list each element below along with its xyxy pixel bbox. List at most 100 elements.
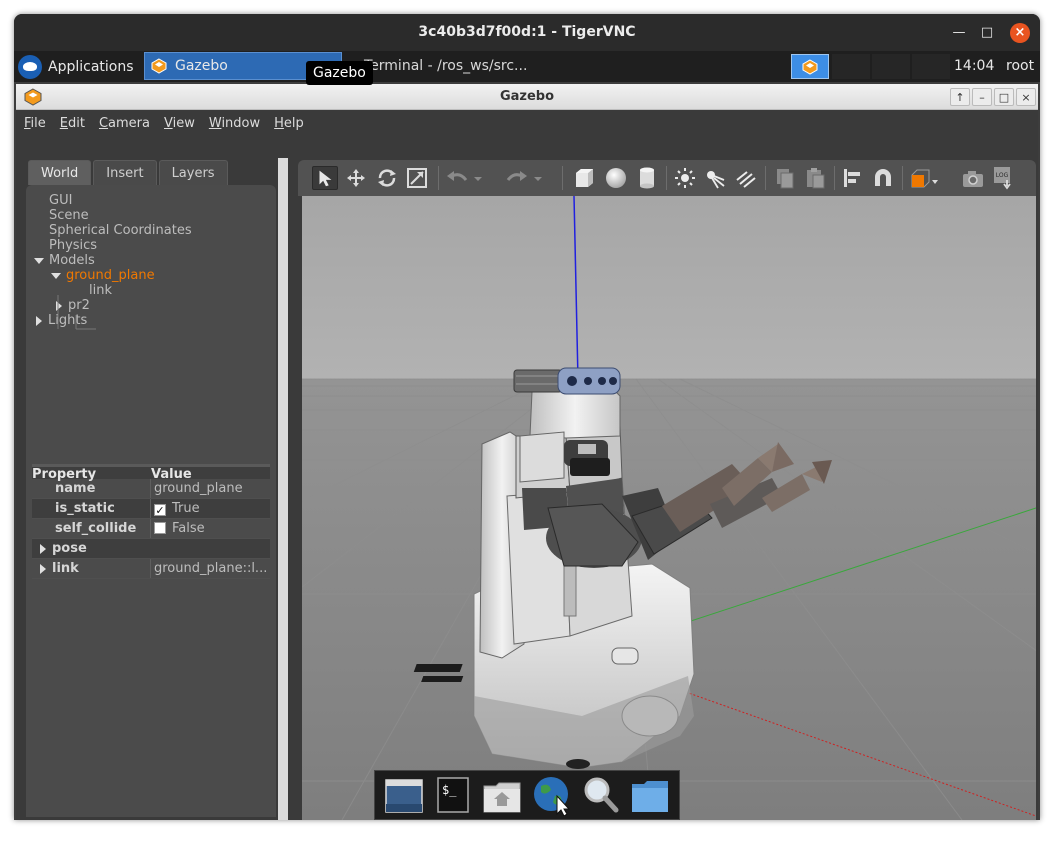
world-tab-body: GUI Scene Spherical Coordinates Physics … xyxy=(26,185,276,817)
translate-icon[interactable] xyxy=(343,166,369,190)
align-icon[interactable] xyxy=(840,166,866,190)
3d-viewport[interactable] xyxy=(302,196,1036,820)
gazebo-window-title: Gazebo xyxy=(499,89,555,104)
menu-window[interactable]: Window xyxy=(209,116,260,131)
property-value[interactable]: ground_plane xyxy=(151,479,270,498)
cylinder-icon[interactable] xyxy=(634,166,660,190)
expand-arrow-icon[interactable] xyxy=(40,563,46,574)
collapse-arrow-icon[interactable] xyxy=(36,315,42,326)
close-icon[interactable]: × xyxy=(1010,23,1030,43)
menu-file[interactable]: File xyxy=(24,116,46,131)
taskbar-terminal-label: Terminal - /ros_ws/src... xyxy=(364,58,528,74)
property-row-pose[interactable]: pose xyxy=(32,539,270,559)
tab-world[interactable]: World xyxy=(28,160,92,185)
property-row-link[interactable]: link ground_plane::l... xyxy=(32,559,270,579)
property-value xyxy=(151,539,270,558)
tree-item-physics[interactable]: Physics xyxy=(34,238,192,253)
rotate-icon[interactable] xyxy=(374,166,400,190)
tree-item-spherical-coordinates[interactable]: Spherical Coordinates xyxy=(34,223,192,238)
redo-dropdown-icon[interactable] xyxy=(532,166,544,190)
scale-icon[interactable] xyxy=(404,166,430,190)
menu-camera[interactable]: Camera xyxy=(99,116,150,131)
gazebo-tray-icon xyxy=(802,58,818,75)
property-row-name[interactable]: name ground_plane xyxy=(32,479,270,499)
tree-connector-lines xyxy=(57,295,96,330)
left-panel-tabs: World Insert Layers xyxy=(28,160,230,185)
xfce-panel: Applications Gazebo Gazebo Terminal - /r… xyxy=(14,51,1040,85)
view-angle-icon[interactable] xyxy=(908,166,940,190)
undo-icon[interactable] xyxy=(444,166,470,190)
workspace-slot[interactable] xyxy=(912,54,950,79)
workspace-slot[interactable] xyxy=(872,54,910,79)
point-light-icon[interactable] xyxy=(672,166,698,190)
web-browser-icon[interactable] xyxy=(531,774,573,816)
expand-arrow-icon[interactable] xyxy=(34,257,44,264)
log-icon[interactable]: LOG xyxy=(990,166,1016,190)
select-arrow-icon[interactable] xyxy=(312,166,338,190)
property-value[interactable]: ground_plane::l... xyxy=(151,559,270,578)
property-row-self-collide[interactable]: self_collide False xyxy=(32,519,270,539)
box-icon[interactable] xyxy=(571,166,597,190)
tab-layers[interactable]: Layers xyxy=(158,160,228,185)
panel-splitter[interactable] xyxy=(278,158,288,820)
terminal-icon[interactable]: $_ xyxy=(432,774,474,816)
scene-render[interactable] xyxy=(302,196,1036,820)
sphere-icon[interactable] xyxy=(603,166,629,190)
applications-menu[interactable]: Applications xyxy=(18,53,134,80)
clock[interactable]: 14:04 xyxy=(954,51,994,82)
workspace-switcher[interactable] xyxy=(791,54,829,79)
user-label[interactable]: root xyxy=(1006,51,1034,82)
tree-item-gui[interactable]: GUI xyxy=(34,193,192,208)
tree-item-ground-plane[interactable]: ground_plane xyxy=(34,268,192,283)
svg-text:LOG: LOG xyxy=(996,172,1009,179)
taskbar-item-terminal[interactable]: Terminal - /ros_ws/src... xyxy=(364,52,544,80)
workspace-slot[interactable] xyxy=(832,54,870,79)
menu-edit[interactable]: Edit xyxy=(60,116,85,131)
sky xyxy=(302,196,1036,379)
property-key-label: pose xyxy=(52,541,87,556)
tab-insert[interactable]: Insert xyxy=(93,160,157,185)
toolbar-separator xyxy=(765,166,766,190)
menu-file-label: ile xyxy=(30,115,46,131)
redo-icon[interactable] xyxy=(504,166,530,190)
tree-item-label: Physics xyxy=(49,238,98,253)
copy-icon[interactable] xyxy=(772,166,798,190)
maximize-icon[interactable]: □ xyxy=(977,23,997,43)
property-row-is-static[interactable]: is_static ✓ True xyxy=(32,499,270,519)
self-collide-checkbox[interactable] xyxy=(154,522,166,534)
left-panel: World Insert Layers GUI Scene Spherical … xyxy=(26,138,276,820)
search-magnifier-icon[interactable] xyxy=(580,774,622,816)
desktop-icon[interactable] xyxy=(383,774,425,816)
undo-dropdown-icon[interactable] xyxy=(472,166,484,190)
property-value[interactable]: ✓ True xyxy=(151,499,270,518)
home-folder-icon[interactable] xyxy=(481,774,523,816)
vnc-titlebar[interactable]: 3c40b3d7f00d:1 - TigerVNC — □ × xyxy=(14,14,1040,51)
gazebo-logo-icon xyxy=(151,58,167,74)
minimize-icon[interactable]: — xyxy=(949,23,969,43)
menu-edit-label: dit xyxy=(68,115,85,131)
menu-view-mnemonic: V xyxy=(164,115,173,131)
property-value[interactable]: False xyxy=(151,519,270,538)
menu-help-mnemonic: H xyxy=(274,115,284,131)
expand-arrow-icon[interactable] xyxy=(51,272,61,279)
shade-icon[interactable]: ↑ xyxy=(950,88,970,106)
minimize-icon[interactable]: – xyxy=(972,88,992,106)
taskbar-gazebo-label: Gazebo xyxy=(175,58,228,74)
gazebo-titlebar[interactable]: Gazebo ↑ – □ × xyxy=(16,84,1038,110)
menu-window-mnemonic: W xyxy=(208,115,222,131)
spot-light-icon[interactable] xyxy=(702,166,728,190)
paste-icon[interactable] xyxy=(802,166,828,190)
tree-item-models[interactable]: Models xyxy=(34,253,192,268)
svg-text:$_: $_ xyxy=(442,783,457,797)
screenshot-camera-icon[interactable] xyxy=(960,166,986,190)
folder-icon[interactable] xyxy=(629,774,671,816)
maximize-icon[interactable]: □ xyxy=(994,88,1014,106)
is-static-checkbox[interactable]: ✓ xyxy=(154,504,166,516)
expand-arrow-icon[interactable] xyxy=(40,543,46,554)
menu-help[interactable]: Help xyxy=(274,116,304,131)
tree-item-scene[interactable]: Scene xyxy=(34,208,192,223)
close-icon[interactable]: × xyxy=(1016,88,1036,106)
menu-view[interactable]: View xyxy=(164,116,195,131)
directional-light-icon[interactable] xyxy=(733,166,759,190)
snap-magnet-icon[interactable] xyxy=(870,166,896,190)
